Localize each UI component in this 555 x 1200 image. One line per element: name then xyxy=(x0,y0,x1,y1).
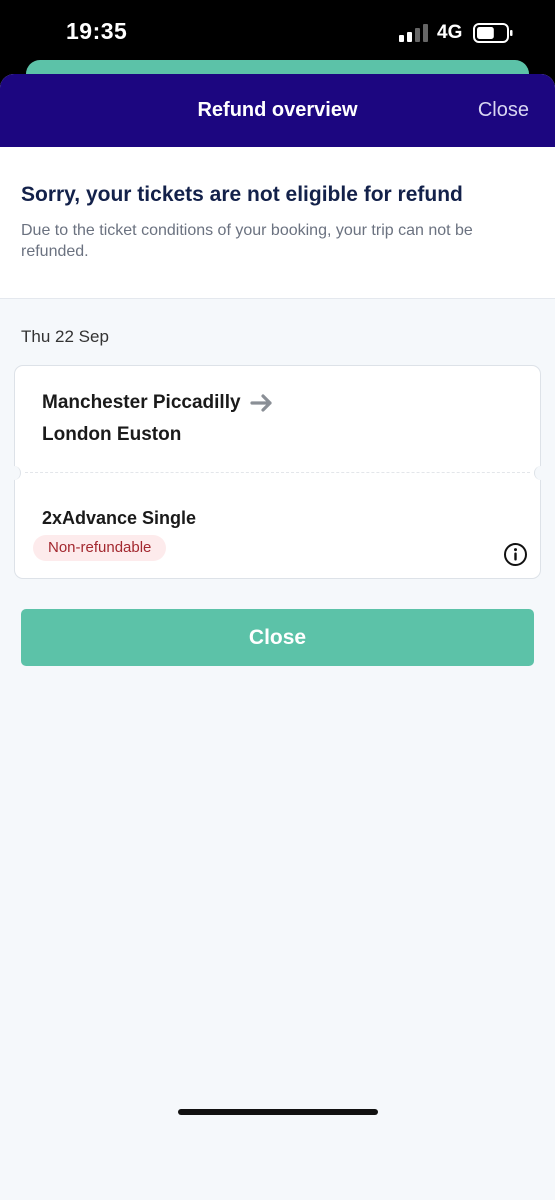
ticket-notch-right xyxy=(534,466,548,480)
non-refundable-badge: Non-refundable xyxy=(33,535,167,561)
origin-label: Manchester Piccadilly xyxy=(42,392,241,413)
network-label: 4G xyxy=(437,22,463,43)
origin-station: Manchester Piccadilly xyxy=(42,392,275,414)
destination-station: London Euston xyxy=(42,424,182,445)
ticket-type: 2xAdvance Single xyxy=(42,508,197,528)
ineligibility-notice: Sorry, your tickets are not eligible for… xyxy=(0,147,555,299)
arrow-right-icon xyxy=(249,394,272,412)
status-time: 19:35 xyxy=(66,18,128,44)
modal-header: Refund overview Close xyxy=(0,74,555,147)
close-button[interactable]: Close xyxy=(21,609,534,666)
battery-icon xyxy=(473,23,513,43)
ticket-card: Manchester Piccadilly London Euston 2xAd… xyxy=(7,365,548,579)
ticket-notch-left xyxy=(7,466,21,480)
notice-body: Due to the ticket conditions of your boo… xyxy=(21,222,473,260)
page-title: Refund overview xyxy=(197,99,358,121)
ticket-divider xyxy=(25,472,530,473)
header-close-button[interactable]: Close xyxy=(478,99,529,122)
notice-title: Sorry, your tickets are not eligible for… xyxy=(21,183,463,206)
signal-icon xyxy=(399,24,428,42)
trip-date: Thu 22 Sep xyxy=(21,327,109,346)
home-indicator xyxy=(178,1109,378,1115)
refund-overview-modal: Refund overview Close Sorry, your ticket… xyxy=(0,74,555,1200)
info-icon[interactable] xyxy=(503,542,528,567)
